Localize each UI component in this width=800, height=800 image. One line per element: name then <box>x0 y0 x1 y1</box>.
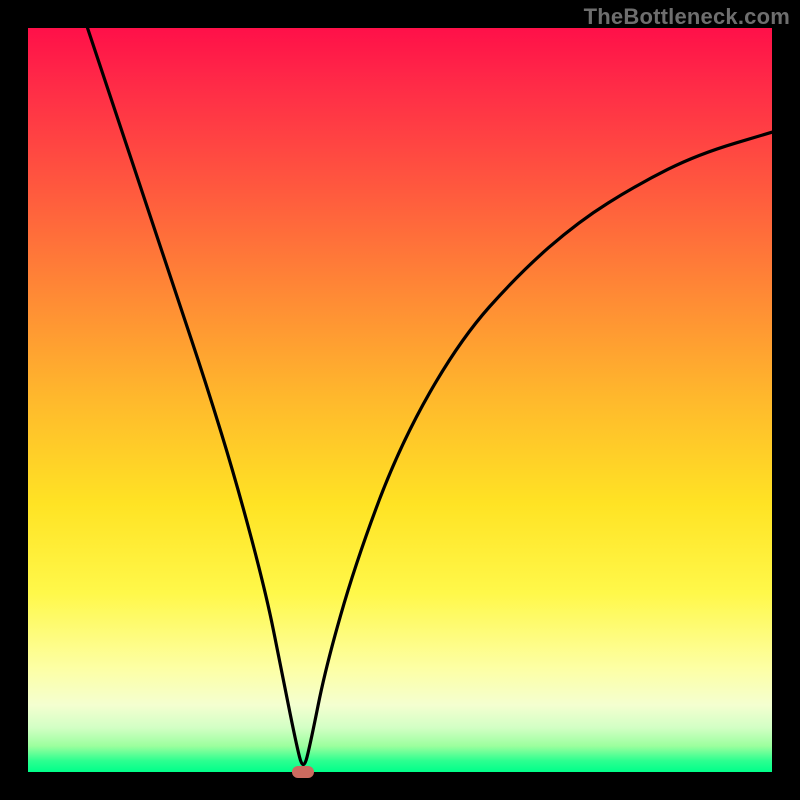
bottleneck-curve <box>88 28 772 765</box>
plot-area <box>28 28 772 772</box>
curve-svg <box>28 28 772 772</box>
optimum-marker <box>292 766 314 778</box>
watermark-text: TheBottleneck.com <box>584 4 790 30</box>
chart-frame: TheBottleneck.com <box>0 0 800 800</box>
